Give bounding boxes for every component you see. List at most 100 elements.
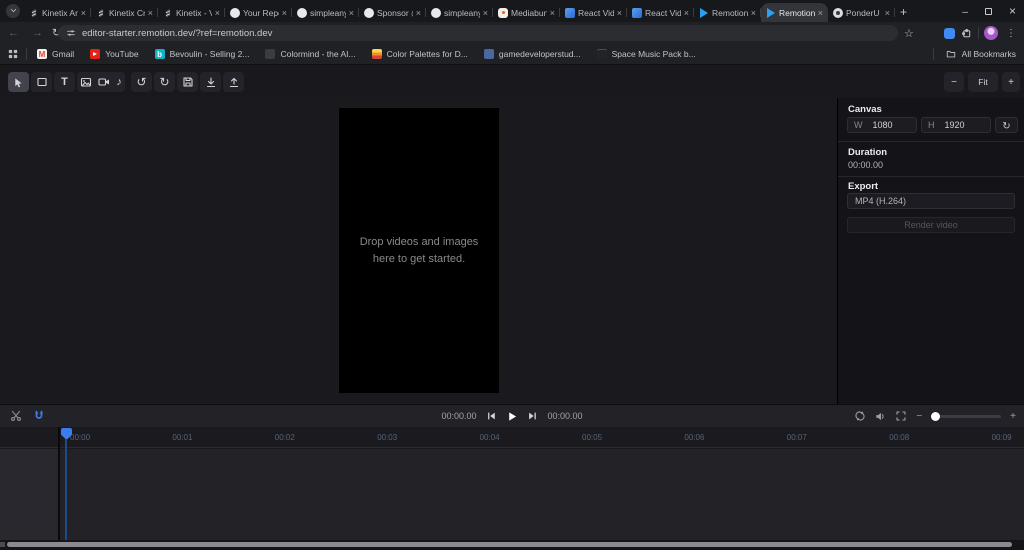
gmail-favicon: [37, 49, 47, 59]
fullscreen-icon[interactable]: [895, 410, 907, 422]
tab-title: Remotion |: [779, 7, 815, 18]
video-canvas[interactable]: Drop videos and images here to get start…: [339, 108, 499, 393]
gamedev-favicon: [483, 49, 494, 59]
browser-tab[interactable]: React Vide×: [560, 3, 627, 22]
window-maximize-button[interactable]: [984, 2, 992, 20]
window-minimize-button[interactable]: –: [962, 2, 968, 20]
tab-close-button[interactable]: ×: [349, 8, 354, 18]
browser-tab[interactable]: React Vide×: [627, 3, 694, 22]
all-bookmarks[interactable]: All Bookmarks: [932, 48, 1016, 60]
browser-tab[interactable]: Kinetix Cr×: [91, 3, 158, 22]
image-icon: [80, 76, 92, 88]
split-scissors-icon[interactable]: [10, 410, 22, 422]
undo-icon: ↺: [136, 75, 147, 89]
browser-tab[interactable]: PonderU ×: [828, 3, 895, 22]
tab-close-button[interactable]: ×: [684, 8, 689, 18]
add-media-group[interactable]: ♪: [77, 72, 125, 92]
skip-back-button[interactable]: [487, 411, 497, 421]
tab-close-button[interactable]: ×: [148, 8, 153, 18]
export-format-select[interactable]: MP4 (H.264): [847, 193, 1015, 209]
browser-tab[interactable]: Kinetix - V×: [158, 3, 225, 22]
tab-search-button[interactable]: [6, 4, 20, 18]
tab-close-button[interactable]: ×: [282, 8, 287, 18]
apps-grid-icon[interactable]: [8, 49, 18, 59]
text-tool-button[interactable]: T: [54, 72, 75, 92]
new-tab-button[interactable]: +: [900, 5, 907, 19]
bookmark-item[interactable]: gamedeveloperstud...: [483, 49, 581, 59]
extensions-icon[interactable]: [961, 22, 972, 44]
bookmark-item[interactable]: YouTube: [90, 49, 139, 59]
tab-close-button[interactable]: ×: [550, 8, 555, 18]
browser-tab[interactable]: Mediabun ×: [493, 3, 560, 22]
tab-title: React Vide: [645, 7, 681, 18]
tab-close-button[interactable]: ×: [885, 8, 890, 18]
timeline-zoom-slider[interactable]: [931, 411, 1002, 421]
bookmark-star-icon[interactable]: ☆: [904, 22, 914, 44]
save-button[interactable]: [177, 72, 198, 92]
zoom-fit-button[interactable]: Fit: [968, 72, 998, 92]
timeline-ruler[interactable]: 00:00 00:01 00:02 00:03 00:04 00:05 00:06 00:07…: [0, 427, 1024, 448]
react-video-favicon: [565, 7, 575, 18]
tab-close-button[interactable]: ×: [751, 8, 756, 18]
redo-button[interactable]: ↻: [154, 72, 175, 92]
timeline-zoom-in[interactable]: +: [1010, 411, 1016, 422]
tab-close-button[interactable]: ×: [483, 8, 488, 18]
bookmark-item[interactable]: Gmail: [37, 49, 74, 59]
swap-orientation-button[interactable]: ↻: [995, 117, 1018, 133]
canvas-dimensions: W 1080 H 1920 ↻: [847, 117, 1018, 133]
volume-icon[interactable]: [875, 411, 886, 422]
play-button[interactable]: [507, 411, 518, 422]
rectangle-tool-button[interactable]: [31, 72, 52, 92]
profile-avatar[interactable]: [984, 26, 998, 40]
timeline-zoom-out[interactable]: −: [916, 411, 922, 422]
skip-forward-button[interactable]: [528, 411, 538, 421]
tab-close-button[interactable]: ×: [215, 8, 220, 18]
window-close-button[interactable]: ×: [1009, 2, 1016, 20]
cursor-tool-button[interactable]: [8, 72, 29, 92]
tab-close-button[interactable]: ×: [617, 8, 622, 18]
timeline-lanes[interactable]: [60, 449, 1024, 540]
undo-button[interactable]: ↺: [131, 72, 152, 92]
height-field[interactable]: H 1920: [921, 117, 991, 133]
forward-button[interactable]: →: [32, 22, 43, 44]
site-settings-icon[interactable]: [66, 28, 76, 38]
colormind-favicon: [265, 49, 276, 59]
render-video-button[interactable]: Render video: [847, 217, 1015, 233]
zoom-in-button[interactable]: +: [1002, 72, 1020, 92]
scrollbar-thumb[interactable]: [7, 542, 1012, 547]
slider-knob[interactable]: [931, 411, 941, 421]
browser-tab[interactable]: Kinetix An×: [24, 3, 91, 22]
canvas-section-label: Canvas: [848, 104, 882, 115]
browser-tab[interactable]: Remotion |×: [694, 3, 761, 22]
divider: [838, 176, 1024, 177]
tab-close-button[interactable]: ×: [81, 8, 86, 18]
pinned-extension-icon[interactable]: [944, 28, 955, 39]
address-bar[interactable]: editor-starter.remotion.dev/?ref=remotio…: [58, 25, 898, 41]
github-favicon: [364, 7, 374, 18]
loop-icon[interactable]: [854, 410, 866, 422]
upload-button[interactable]: [223, 72, 244, 92]
browser-tab[interactable]: simpleany ×: [426, 3, 493, 22]
browser-tab-active[interactable]: Remotion |×: [761, 3, 828, 22]
player-left-tools: [10, 405, 45, 427]
browser-tab[interactable]: Sponsor @×: [359, 3, 426, 22]
bookmark-item[interactable]: Colormind - the AI...: [265, 49, 356, 59]
width-field[interactable]: W 1080: [847, 117, 917, 133]
tab-title: Remotion |: [712, 7, 748, 18]
zoom-out-button[interactable]: −: [944, 72, 964, 92]
browser-tab[interactable]: simpleany ×: [292, 3, 359, 22]
back-button[interactable]: ←: [8, 22, 19, 44]
tab-close-button[interactable]: ×: [818, 8, 823, 18]
tab-title: Sponsor @: [377, 7, 413, 18]
snap-magnet-icon[interactable]: [33, 410, 45, 422]
scrollbar-corner: [0, 542, 5, 547]
tab-close-button[interactable]: ×: [416, 8, 421, 18]
download-button[interactable]: [200, 72, 221, 92]
menu-kebab-icon[interactable]: ⋮: [1006, 22, 1016, 44]
bookmark-item[interactable]: Color Palettes for D...: [371, 49, 468, 59]
ruler-time-label: 00:05: [582, 433, 603, 442]
browser-tab[interactable]: Your Repo×: [225, 3, 292, 22]
ruler-time-label: 00:03: [377, 433, 398, 442]
bookmark-item[interactable]: Space Music Pack b...: [596, 49, 696, 59]
bookmark-item[interactable]: Bevoulin - Selling 2...: [154, 49, 249, 59]
